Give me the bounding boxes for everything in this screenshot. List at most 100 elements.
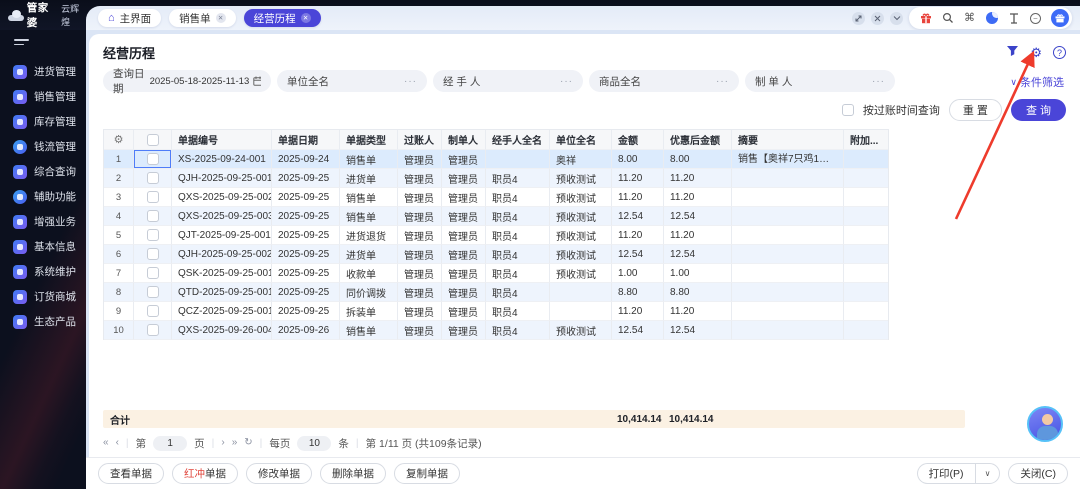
row-checkbox[interactable] — [147, 267, 159, 279]
filter-field-1[interactable]: 经 手 人··· — [433, 70, 583, 92]
sidebar-item-assist[interactable]: 辅助功能 — [0, 184, 86, 209]
close-icon[interactable]: ✕ — [301, 13, 311, 23]
filter-row: 查询日期 2025-05-18-2025-11-13 单位全名··· 经 手 人·… — [103, 70, 1066, 92]
reset-button[interactable]: 重 置 — [949, 99, 1002, 121]
row-checkbox[interactable] — [147, 229, 159, 241]
row-checkbox[interactable] — [147, 210, 159, 222]
delete-document-button[interactable]: 删除单据 — [320, 463, 386, 484]
date-range-filter[interactable]: 查询日期 2025-05-18-2025-11-13 — [103, 70, 271, 92]
table-row[interactable]: 8QTD-2025-09-25-0012025-09-25同价调拨管理员管理员职… — [104, 283, 888, 302]
cell: 8.00 — [612, 150, 664, 169]
table-row[interactable]: 7QSK-2025-09-25-0012025-09-25收款单管理员管理员职员… — [104, 264, 888, 283]
copy-document-button[interactable]: 复制单据 — [394, 463, 460, 484]
row-checkbox-cell — [134, 207, 172, 226]
row-checkbox[interactable] — [147, 153, 159, 165]
per-page-input[interactable]: 10 — [297, 436, 331, 451]
filter-funnel-icon[interactable] — [1006, 44, 1019, 62]
table-row[interactable]: 2QJH-2025-09-25-0012025-09-25进货单管理员管理员职员… — [104, 169, 888, 188]
first-page-icon[interactable]: « — [103, 438, 109, 448]
view-document-button[interactable]: 查看单据 — [98, 463, 164, 484]
select-all-checkbox[interactable] — [147, 134, 159, 146]
filter-field-0[interactable]: 单位全名··· — [277, 70, 427, 92]
posting-time-checkbox[interactable] — [842, 104, 854, 116]
sidebar-item-basic-info[interactable]: 基本信息 — [0, 234, 86, 259]
filter-field-label: 商品全名 — [599, 74, 641, 89]
search-icon[interactable] — [941, 12, 954, 25]
close-icon[interactable]: ✕ — [216, 13, 226, 23]
print-button[interactable]: 打印(P) — [917, 463, 975, 484]
search-button[interactable]: 查 询 — [1011, 99, 1066, 121]
shortcut-icon[interactable]: ⌘ — [963, 12, 976, 25]
row-number: 1 — [104, 150, 134, 169]
basic-info-icon — [13, 240, 27, 254]
gift-icon[interactable] — [919, 12, 932, 25]
cell — [844, 169, 888, 188]
row-checkbox[interactable] — [147, 324, 159, 336]
filter-field-2[interactable]: 商品全名··· — [589, 70, 739, 92]
dark-mode-icon[interactable] — [985, 12, 998, 25]
menu-toggle-icon[interactable] — [14, 39, 29, 45]
sidebar-item-inventory[interactable]: 库存管理 — [0, 109, 86, 134]
cell — [844, 302, 888, 321]
sidebar-item-purchase[interactable]: 进货管理 — [0, 59, 86, 84]
theme-icon[interactable] — [1007, 12, 1020, 25]
sidebar-item-query[interactable]: 综合查询 — [0, 159, 86, 184]
sidebar-item-sales[interactable]: 销售管理 — [0, 84, 86, 109]
next-page-icon[interactable]: › — [221, 438, 224, 448]
table-row[interactable]: 3QXS-2025-09-25-0022025-09-25销售单管理员管理员职员… — [104, 188, 888, 207]
tab-main[interactable]: ⌂主界面 — [98, 9, 161, 27]
cell: 12.54 — [612, 207, 664, 226]
sidebar-item-eco-products[interactable]: 生态产品 — [0, 309, 86, 334]
table-row[interactable]: 1XS-2025-09-24-0012025-09-24销售单管理员管理员奥祥8… — [104, 150, 888, 169]
red-flush-document-button[interactable]: 红冲单据 — [172, 463, 238, 484]
row-checkbox[interactable] — [147, 248, 159, 260]
cell: 管理员 — [398, 226, 442, 245]
cell: 职员4 — [486, 245, 550, 264]
prev-page-icon[interactable]: ‹ — [116, 438, 119, 448]
page-number-input[interactable]: 1 — [153, 436, 187, 451]
column-header: 单据日期 — [272, 130, 340, 150]
cell: 8.00 — [664, 150, 732, 169]
table-row[interactable]: 10QXS-2025-09-26-0042025-09-26销售单管理员管理员职… — [104, 321, 888, 340]
tab-business-history[interactable]: 经营历程✕ — [244, 9, 321, 27]
page-title: 经营历程 — [103, 43, 155, 62]
sidebar-item-order-mall[interactable]: 订货商城 — [0, 284, 86, 309]
sidebar-item-cashflow[interactable]: 钱流管理 — [0, 134, 86, 159]
close-button[interactable]: 关闭(C) — [1008, 463, 1068, 484]
row-checkbox[interactable] — [147, 191, 159, 203]
cell: 管理员 — [442, 321, 486, 340]
close-window-icon[interactable] — [871, 12, 884, 25]
cell: 11.20 — [612, 302, 664, 321]
support-icon[interactable]: – — [1029, 12, 1042, 25]
modify-document-button[interactable]: 修改单据 — [246, 463, 312, 484]
cell — [732, 207, 844, 226]
row-checkbox[interactable] — [147, 286, 159, 298]
table-row[interactable]: 6QJH-2025-09-25-0022025-09-25进货单管理员管理员职员… — [104, 245, 888, 264]
table-row[interactable]: 5QJT-2025-09-25-0012025-09-25进货退货管理员管理员职… — [104, 226, 888, 245]
column-settings-icon[interactable]: ⚙ — [104, 130, 134, 150]
sidebar-item-enhanced-biz[interactable]: 增强业务 — [0, 209, 86, 234]
fullscreen-icon[interactable] — [852, 12, 865, 25]
cell: 管理员 — [398, 150, 442, 169]
tab-label: 销售单 — [179, 11, 211, 26]
assistant-avatar[interactable] — [1027, 406, 1063, 442]
help-icon[interactable]: ? — [1053, 46, 1066, 59]
more-filters-link[interactable]: ∨ 条件筛选 — [1010, 74, 1064, 90]
settings-gear-icon[interactable]: ⚙ — [1030, 46, 1042, 59]
table-row[interactable]: 4QXS-2025-09-25-0032025-09-25销售单管理员管理员职员… — [104, 207, 888, 226]
refresh-icon[interactable]: ↻ — [244, 438, 252, 448]
cell: 拆装单 — [340, 302, 398, 321]
collapse-icon[interactable] — [890, 12, 903, 25]
cell — [844, 207, 888, 226]
row-checkbox[interactable] — [147, 172, 159, 184]
cell: 奥祥 — [550, 150, 612, 169]
last-page-icon[interactable]: » — [232, 438, 238, 448]
table-row[interactable]: 9QCZ-2025-09-25-0012025-09-25拆装单管理员管理员职员… — [104, 302, 888, 321]
print-dropdown-icon[interactable]: ∨ — [975, 463, 1001, 484]
rewards-button[interactable] — [1051, 9, 1069, 27]
filter-field-3[interactable]: 制 单 人··· — [745, 70, 895, 92]
cell: 预收测试 — [550, 226, 612, 245]
row-checkbox[interactable] — [147, 305, 159, 317]
sidebar-item-system-maintenance[interactable]: 系统维护 — [0, 259, 86, 284]
tab-sales-order[interactable]: 销售单 ✕ — [169, 9, 236, 27]
